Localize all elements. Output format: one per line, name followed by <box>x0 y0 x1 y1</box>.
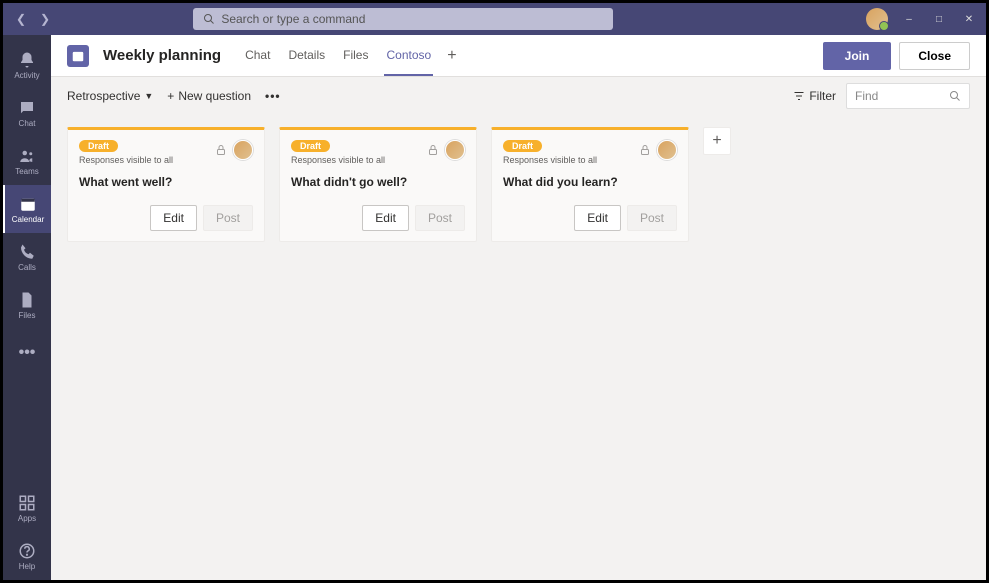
rail-label: Apps <box>18 514 36 523</box>
board: Draft Responses visible to all What went… <box>51 115 986 580</box>
window-minimize-button[interactable]: – <box>900 10 918 28</box>
card-question: What did you learn? <box>503 175 677 189</box>
file-icon <box>18 291 36 309</box>
rail-label: Teams <box>15 167 39 176</box>
draft-badge: Draft <box>79 140 118 152</box>
retrospective-dropdown[interactable]: Retrospective ▼ <box>67 89 153 103</box>
add-tab-button[interactable]: + <box>447 47 456 65</box>
phone-icon <box>18 243 36 261</box>
new-question-button[interactable]: + New question <box>167 89 251 103</box>
card-question: What didn't go well? <box>291 175 465 189</box>
user-avatar[interactable] <box>866 8 888 30</box>
find-input[interactable]: Find <box>846 83 970 109</box>
rail-calendar[interactable]: Calendar <box>3 185 51 233</box>
card-subtitle: Responses visible to all <box>503 155 597 165</box>
plus-icon: + <box>167 89 174 103</box>
calendar-icon <box>19 195 37 213</box>
add-card-button[interactable]: + <box>703 127 731 155</box>
search-icon <box>949 90 961 102</box>
tab-details[interactable]: Details <box>286 36 327 76</box>
edit-button[interactable]: Edit <box>150 205 197 231</box>
question-card: Draft Responses visible to all What didn… <box>279 127 477 242</box>
nav-back-button[interactable]: ❮ <box>11 9 31 29</box>
rail-chat[interactable]: Chat <box>3 89 51 137</box>
post-button[interactable]: Post <box>415 205 465 231</box>
author-avatar <box>657 140 677 160</box>
draft-badge: Draft <box>291 140 330 152</box>
author-avatar <box>233 140 253 160</box>
filter-button[interactable]: Filter <box>793 89 836 103</box>
question-card: Draft Responses visible to all What went… <box>67 127 265 242</box>
bell-icon <box>18 51 36 69</box>
rail-help[interactable]: Help <box>3 532 51 580</box>
draft-badge: Draft <box>503 140 542 152</box>
page-title: Weekly planning <box>103 47 221 64</box>
card-subtitle: Responses visible to all <box>79 155 173 165</box>
rail-label: Help <box>19 562 35 571</box>
dropdown-label: Retrospective <box>67 89 140 103</box>
rail-label: Files <box>19 311 36 320</box>
rail-activity[interactable]: Activity <box>3 41 51 89</box>
filter-label: Filter <box>809 89 836 103</box>
rail-label: Chat <box>19 119 36 128</box>
search-placeholder: Search or type a command <box>221 12 365 26</box>
post-button[interactable]: Post <box>203 205 253 231</box>
filter-icon <box>793 90 805 102</box>
rail-label: Calls <box>18 263 36 272</box>
teams-icon <box>18 147 36 165</box>
help-icon <box>18 542 36 560</box>
rail-files[interactable]: Files <box>3 281 51 329</box>
find-placeholder: Find <box>855 89 949 103</box>
lock-icon <box>639 144 651 156</box>
rail-label: Activity <box>14 71 39 80</box>
lock-icon <box>215 144 227 156</box>
join-button[interactable]: Join <box>823 42 892 70</box>
edit-button[interactable]: Edit <box>574 205 621 231</box>
question-card: Draft Responses visible to all What did … <box>491 127 689 242</box>
apps-icon <box>18 494 36 512</box>
window-maximize-button[interactable]: □ <box>930 10 948 28</box>
titlebar: ❮ ❯ Search or type a command – □ ✕ <box>3 3 986 35</box>
chevron-down-icon: ▼ <box>144 91 153 101</box>
rail-teams[interactable]: Teams <box>3 137 51 185</box>
close-button[interactable]: Close <box>899 42 970 70</box>
search-icon <box>203 13 215 25</box>
more-options-button[interactable]: ••• <box>265 89 281 103</box>
lock-icon <box>427 144 439 156</box>
tab-chat[interactable]: Chat <box>243 36 272 76</box>
search-input[interactable]: Search or type a command <box>193 8 613 30</box>
chat-icon <box>18 99 36 117</box>
window-close-button[interactable]: ✕ <box>960 10 978 28</box>
rail-label: Calendar <box>12 215 44 224</box>
card-subtitle: Responses visible to all <box>291 155 385 165</box>
app-rail: Activity Chat Teams Calendar Calls Files <box>3 35 51 580</box>
edit-button[interactable]: Edit <box>362 205 409 231</box>
rail-calls[interactable]: Calls <box>3 233 51 281</box>
new-question-label: New question <box>178 89 251 103</box>
author-avatar <box>445 140 465 160</box>
rail-apps[interactable]: Apps <box>3 484 51 532</box>
post-button[interactable]: Post <box>627 205 677 231</box>
card-question: What went well? <box>79 175 253 189</box>
toolbar: Retrospective ▼ + New question ••• Filte… <box>51 77 986 115</box>
meeting-icon <box>67 45 89 67</box>
tab-files[interactable]: Files <box>341 36 370 76</box>
nav-forward-button[interactable]: ❯ <box>35 9 55 29</box>
rail-more[interactable]: ••• <box>3 329 51 377</box>
tabbar: Weekly planning Chat Details Files Conto… <box>51 35 986 77</box>
tab-contoso[interactable]: Contoso <box>384 36 433 76</box>
